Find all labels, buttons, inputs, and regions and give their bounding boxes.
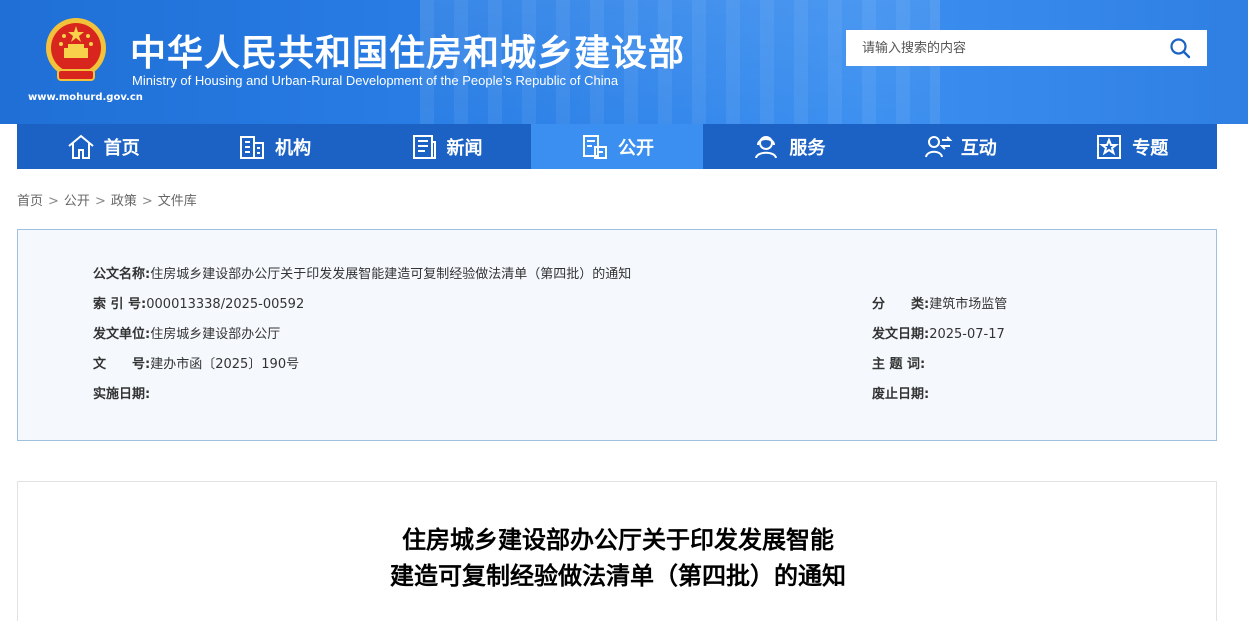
service-icon [755,135,778,158]
info-expiry-date: 废止日期: [872,383,929,402]
info-keywords: 主 题 词: [872,353,925,372]
info-label: 发文日期: [872,327,930,342]
nav-item-label: 新闻 [446,137,483,159]
site-title-en: Ministry of Housing and Urban-Rural Deve… [132,73,619,88]
nav-item-label: 机构 [275,137,312,159]
nav-item-label: 公开 [617,137,654,159]
nav-item-organization[interactable]: 机构 [188,124,359,169]
star-icon [1097,134,1122,159]
info-issue-date: 发文日期:2025-07-17 [872,323,1005,342]
document-icon [582,134,607,159]
breadcrumb-separator: > [141,194,153,209]
breadcrumb-home[interactable]: 首页 [17,194,43,209]
nav-item-news[interactable]: 新闻 [360,124,531,169]
info-label: 索 引 号: [93,297,147,312]
info-label: 分 类: [872,297,930,312]
info-value: 000013338/2025-00592 [146,297,305,312]
search-icon[interactable] [1169,37,1191,59]
interaction-icon [924,135,953,157]
info-label: 公文名称: [93,267,151,282]
document-title-line-2: 建造可复制经验做法清单（第四批）的通知 [390,562,846,590]
nav-item-public[interactable]: 公开 [531,124,703,169]
search-box [846,30,1207,66]
info-value: 住房城乡建设部办公厅关于印发发展智能建造可复制经验做法清单（第四批）的通知 [150,267,632,282]
national-emblem-icon [46,18,106,81]
breadcrumb-library[interactable]: 文件库 [158,194,197,209]
info-value: 住房城乡建设部办公厅 [150,327,281,342]
nav-item-home[interactable]: 首页 [17,124,188,169]
info-label: 废止日期: [872,387,930,402]
info-index-number: 索 引 号:000013338/2025-00592 [93,293,304,312]
breadcrumb: 首页 > 公开 > 政策 > 文件库 [17,190,197,209]
home-icon [68,134,94,159]
site-title-cn[interactable]: 中华人民共和国住房和城乡建设部 [130,24,685,76]
document-info-panel: 公文名称:住房城乡建设部办公厅关于印发发展智能建造可复制经验做法清单（第四批）的… [17,229,1217,441]
nav-item-interaction[interactable]: 互动 [874,124,1045,169]
search-input[interactable] [846,30,1156,66]
document-title-line-1: 住房城乡建设部办公厅关于印发发展智能 [402,526,834,554]
info-label: 发文单位: [93,327,151,342]
news-icon [412,134,436,159]
breadcrumb-separator: > [48,194,59,209]
info-label: 主 题 词: [872,357,926,372]
info-label: 文 号: [93,357,151,372]
main-nav: 首页 机构 新闻 公开 服务 互动 专题 [17,124,1217,169]
info-doc-number: 文 号:建办市函〔2025〕190号 [93,353,299,372]
info-effective-date: 实施日期: [93,383,150,402]
info-label: 实施日期: [93,387,151,402]
document-body: 住房城乡建设部办公厅关于印发发展智能 建造可复制经验做法清单（第四批）的通知 [17,481,1217,621]
info-issuer: 发文单位:住房城乡建设部办公厅 [93,323,280,342]
breadcrumb-public[interactable]: 公开 [64,194,90,209]
nav-item-label: 首页 [103,137,140,159]
document-title: 住房城乡建设部办公厅关于印发发展智能 建造可复制经验做法清单（第四批）的通知 [18,522,1218,594]
nav-item-label: 专题 [1132,137,1169,159]
site-header: www.mohurd.gov.cn 中华人民共和国住房和城乡建设部 Minist… [0,0,1248,124]
breadcrumb-separator: > [94,194,106,209]
info-value: 建筑市场监管 [929,297,1008,312]
info-value: 建办市函〔2025〕190号 [150,357,300,372]
nav-item-topics[interactable]: 专题 [1046,124,1217,169]
info-value: 2025-07-17 [929,327,1005,342]
building-icon [240,135,265,159]
nav-item-label: 互动 [960,137,997,159]
info-category: 分 类:建筑市场监管 [872,293,1007,312]
site-url[interactable]: www.mohurd.gov.cn [28,92,143,103]
breadcrumb-policy[interactable]: 政策 [111,194,137,209]
nav-item-service[interactable]: 服务 [703,124,874,169]
info-doc-name: 公文名称:住房城乡建设部办公厅关于印发发展智能建造可复制经验做法清单（第四批）的… [93,263,631,282]
nav-item-label: 服务 [789,137,826,159]
